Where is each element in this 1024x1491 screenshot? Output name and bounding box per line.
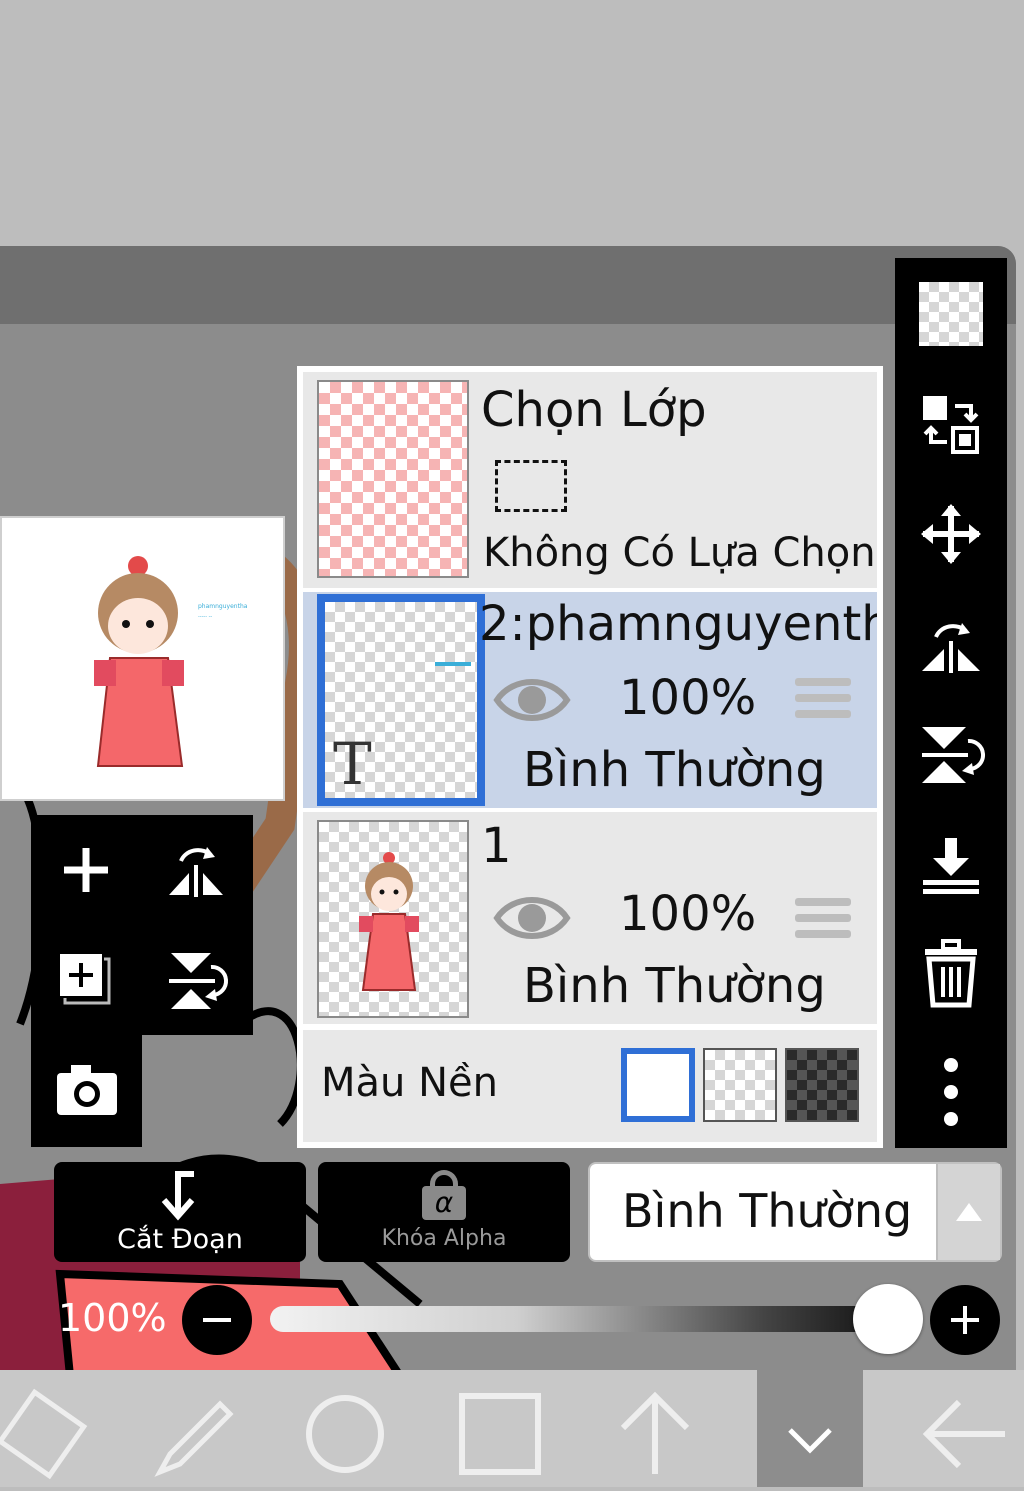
trash-icon[interactable] xyxy=(895,924,1007,1024)
drag-handle-icon[interactable] xyxy=(795,898,851,944)
opacity-readout: 100% xyxy=(58,1296,167,1340)
add-layer-button[interactable] xyxy=(36,820,136,920)
svg-text:----- --: ----- -- xyxy=(198,614,212,620)
selection-layer-thumbnail xyxy=(317,380,469,578)
alpha-lock-label: Khóa Alpha xyxy=(381,1226,507,1251)
ellipse-tool-icon[interactable] xyxy=(295,1384,395,1484)
flip-horizontal-icon[interactable] xyxy=(146,820,246,920)
blend-mode-select[interactable]: Bình Thường xyxy=(588,1162,1002,1262)
selection-layer-title: Chọn Lớp xyxy=(481,382,707,438)
layers-list: Chọn Lớp Không Có Lựa Chọn T 2:phamnguye… xyxy=(297,366,883,1148)
flip-horizontal-icon[interactable] xyxy=(895,594,1007,694)
alpha-lock-button[interactable]: α Khóa Alpha xyxy=(318,1162,570,1262)
more-options-icon[interactable] xyxy=(895,1042,1007,1142)
layer-opacity: 100% xyxy=(619,670,757,726)
arrow-left-icon[interactable] xyxy=(915,1384,1015,1484)
duplicate-layer-button[interactable] xyxy=(36,930,136,1030)
layer-name: 2:phamnguyentha xyxy=(479,596,877,652)
canvas-preview-thumbnail[interactable]: phamnguyentha ----- -- xyxy=(0,516,285,801)
opacity-slider-handle[interactable] xyxy=(853,1284,923,1354)
flip-vertical-icon[interactable] xyxy=(146,930,246,1030)
merge-down-icon[interactable] xyxy=(895,814,1007,914)
clipping-label: Cắt Đoạn xyxy=(117,1224,243,1255)
transparent-fill-icon[interactable] xyxy=(895,264,1007,364)
camera-import-button[interactable] xyxy=(31,1035,142,1147)
layer-name-clip: 2:phamnguyentha xyxy=(479,596,877,666)
layer-row[interactable]: T 2:phamnguyentha 100% Bình Thường xyxy=(303,592,877,808)
layer-opacity: 100% xyxy=(619,886,757,942)
background-label: Màu Nền xyxy=(321,1060,498,1106)
background-dark-swatch[interactable] xyxy=(785,1048,859,1122)
marquee-selection-icon xyxy=(495,460,567,512)
background-color-row: Màu Nền xyxy=(303,1030,877,1142)
rectangle-tool-icon[interactable] xyxy=(450,1384,550,1484)
clipping-button[interactable]: Cắt Đoạn xyxy=(54,1162,306,1262)
flip-vertical-icon[interactable] xyxy=(895,704,1007,804)
layer-blend-mode: Bình Thường xyxy=(523,958,826,1014)
selection-layer-subtitle: Không Có Lựa Chọn xyxy=(483,530,876,576)
top-gray-area xyxy=(0,0,1024,248)
brush-tool-icon[interactable] xyxy=(140,1384,240,1484)
opacity-decrease-button[interactable] xyxy=(182,1285,252,1355)
layer-actions-bar xyxy=(31,815,253,1035)
text-content-preview xyxy=(435,662,471,666)
arrow-up-icon[interactable] xyxy=(605,1384,705,1484)
svg-text:phamnguyentha: phamnguyentha xyxy=(198,603,248,610)
collapse-panel-button[interactable] xyxy=(757,1370,863,1487)
background-white-swatch[interactable] xyxy=(621,1048,695,1122)
layer-row[interactable]: 1 100% Bình Thường xyxy=(303,812,877,1024)
selection-layer-row[interactable]: Chọn Lớp Không Có Lựa Chọn xyxy=(303,372,877,588)
eye-visibility-icon[interactable] xyxy=(493,670,571,734)
opacity-increase-button[interactable] xyxy=(930,1285,1000,1355)
text-layer-badge: T xyxy=(333,730,372,798)
layer-blend-mode: Bình Thường xyxy=(523,742,826,798)
right-layer-toolbar xyxy=(895,258,1007,1148)
layer-thumbnail xyxy=(317,820,469,1018)
drag-handle-icon[interactable] xyxy=(795,678,851,724)
dropdown-arrow-icon[interactable] xyxy=(936,1164,1000,1260)
background-transparent-swatch[interactable] xyxy=(703,1048,777,1122)
swap-layers-icon[interactable] xyxy=(895,374,1007,474)
layer-name: 1 xyxy=(481,818,512,874)
eye-visibility-icon[interactable] xyxy=(493,888,571,952)
transform-tool-icon[interactable] xyxy=(0,1384,100,1484)
blend-mode-value: Bình Thường xyxy=(622,1184,913,1238)
move-icon[interactable] xyxy=(895,484,1007,584)
alpha-lock-icon: α xyxy=(422,1170,466,1220)
panel-header-band xyxy=(0,246,1016,324)
opacity-slider-track[interactable] xyxy=(270,1306,888,1332)
layer-thumbnail: T xyxy=(317,594,485,806)
